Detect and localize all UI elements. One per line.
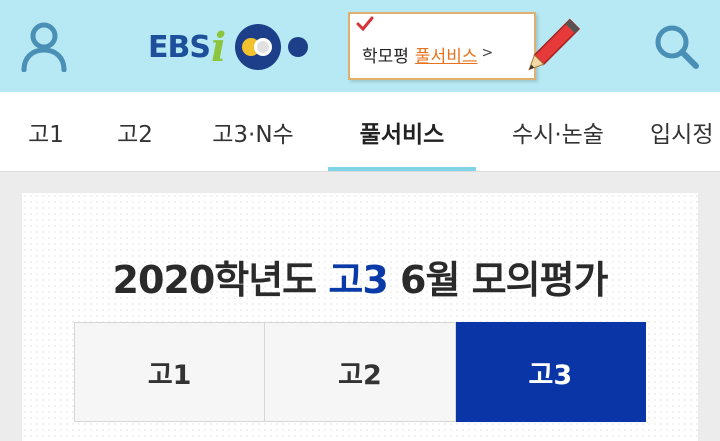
logo-text: EBS <box>148 29 211 65</box>
tab-grade3-nsu[interactable]: 고3·N수 <box>192 92 314 171</box>
user-icon <box>21 22 67 73</box>
grade-tab-1[interactable]: 고1 <box>74 322 266 422</box>
main-nav-tabs: 고1 고2 고3·N수 풀서비스 수시·논술 입시정 <box>0 92 720 172</box>
chevron-right-icon: > <box>481 45 494 61</box>
search-icon <box>655 25 699 69</box>
tab-susi-nonsul[interactable]: 수시·논술 <box>492 92 624 171</box>
tab-full-service[interactable]: 풀서비스 <box>328 92 476 171</box>
tab-ipsi[interactable]: 입시정 <box>650 92 720 171</box>
logo-i: i <box>210 23 227 71</box>
grade-tab-2[interactable]: 고2 <box>265 322 456 422</box>
title-highlight: 고3 <box>328 258 388 302</box>
user-button[interactable] <box>18 20 70 73</box>
ebsi-logo[interactable]: EBS i <box>148 22 310 72</box>
grade-selector: 고1 고2 고3 <box>74 322 646 422</box>
pencil-icon <box>528 18 580 71</box>
banner-link[interactable]: 풀서비스 <box>415 47 478 67</box>
banner-text: 학모평 풀서비스 > <box>362 42 493 67</box>
grade-tab-3[interactable]: 고3 <box>455 322 646 422</box>
title-suffix: 6월 모의평가 <box>387 258 608 302</box>
tab-grade1[interactable]: 고1 <box>12 92 80 171</box>
tab-grade2[interactable]: 고2 <box>100 92 170 171</box>
title-prefix: 2020학년도 <box>112 258 329 302</box>
full-service-banner[interactable]: 학모평 풀서비스 > <box>348 12 536 80</box>
exam-title: 2020학년도 고3 6월 모의평가 <box>22 249 698 304</box>
check-icon <box>356 16 374 32</box>
header-bar: EBS i 학모평 풀서비스 > <box>0 0 720 92</box>
banner-prefix: 학모평 <box>362 47 409 67</box>
search-button[interactable] <box>650 20 702 72</box>
exam-card: 2020학년도 고3 6월 모의평가 고1 고2 고3 <box>22 193 698 441</box>
logo-circles-icon <box>235 24 309 70</box>
